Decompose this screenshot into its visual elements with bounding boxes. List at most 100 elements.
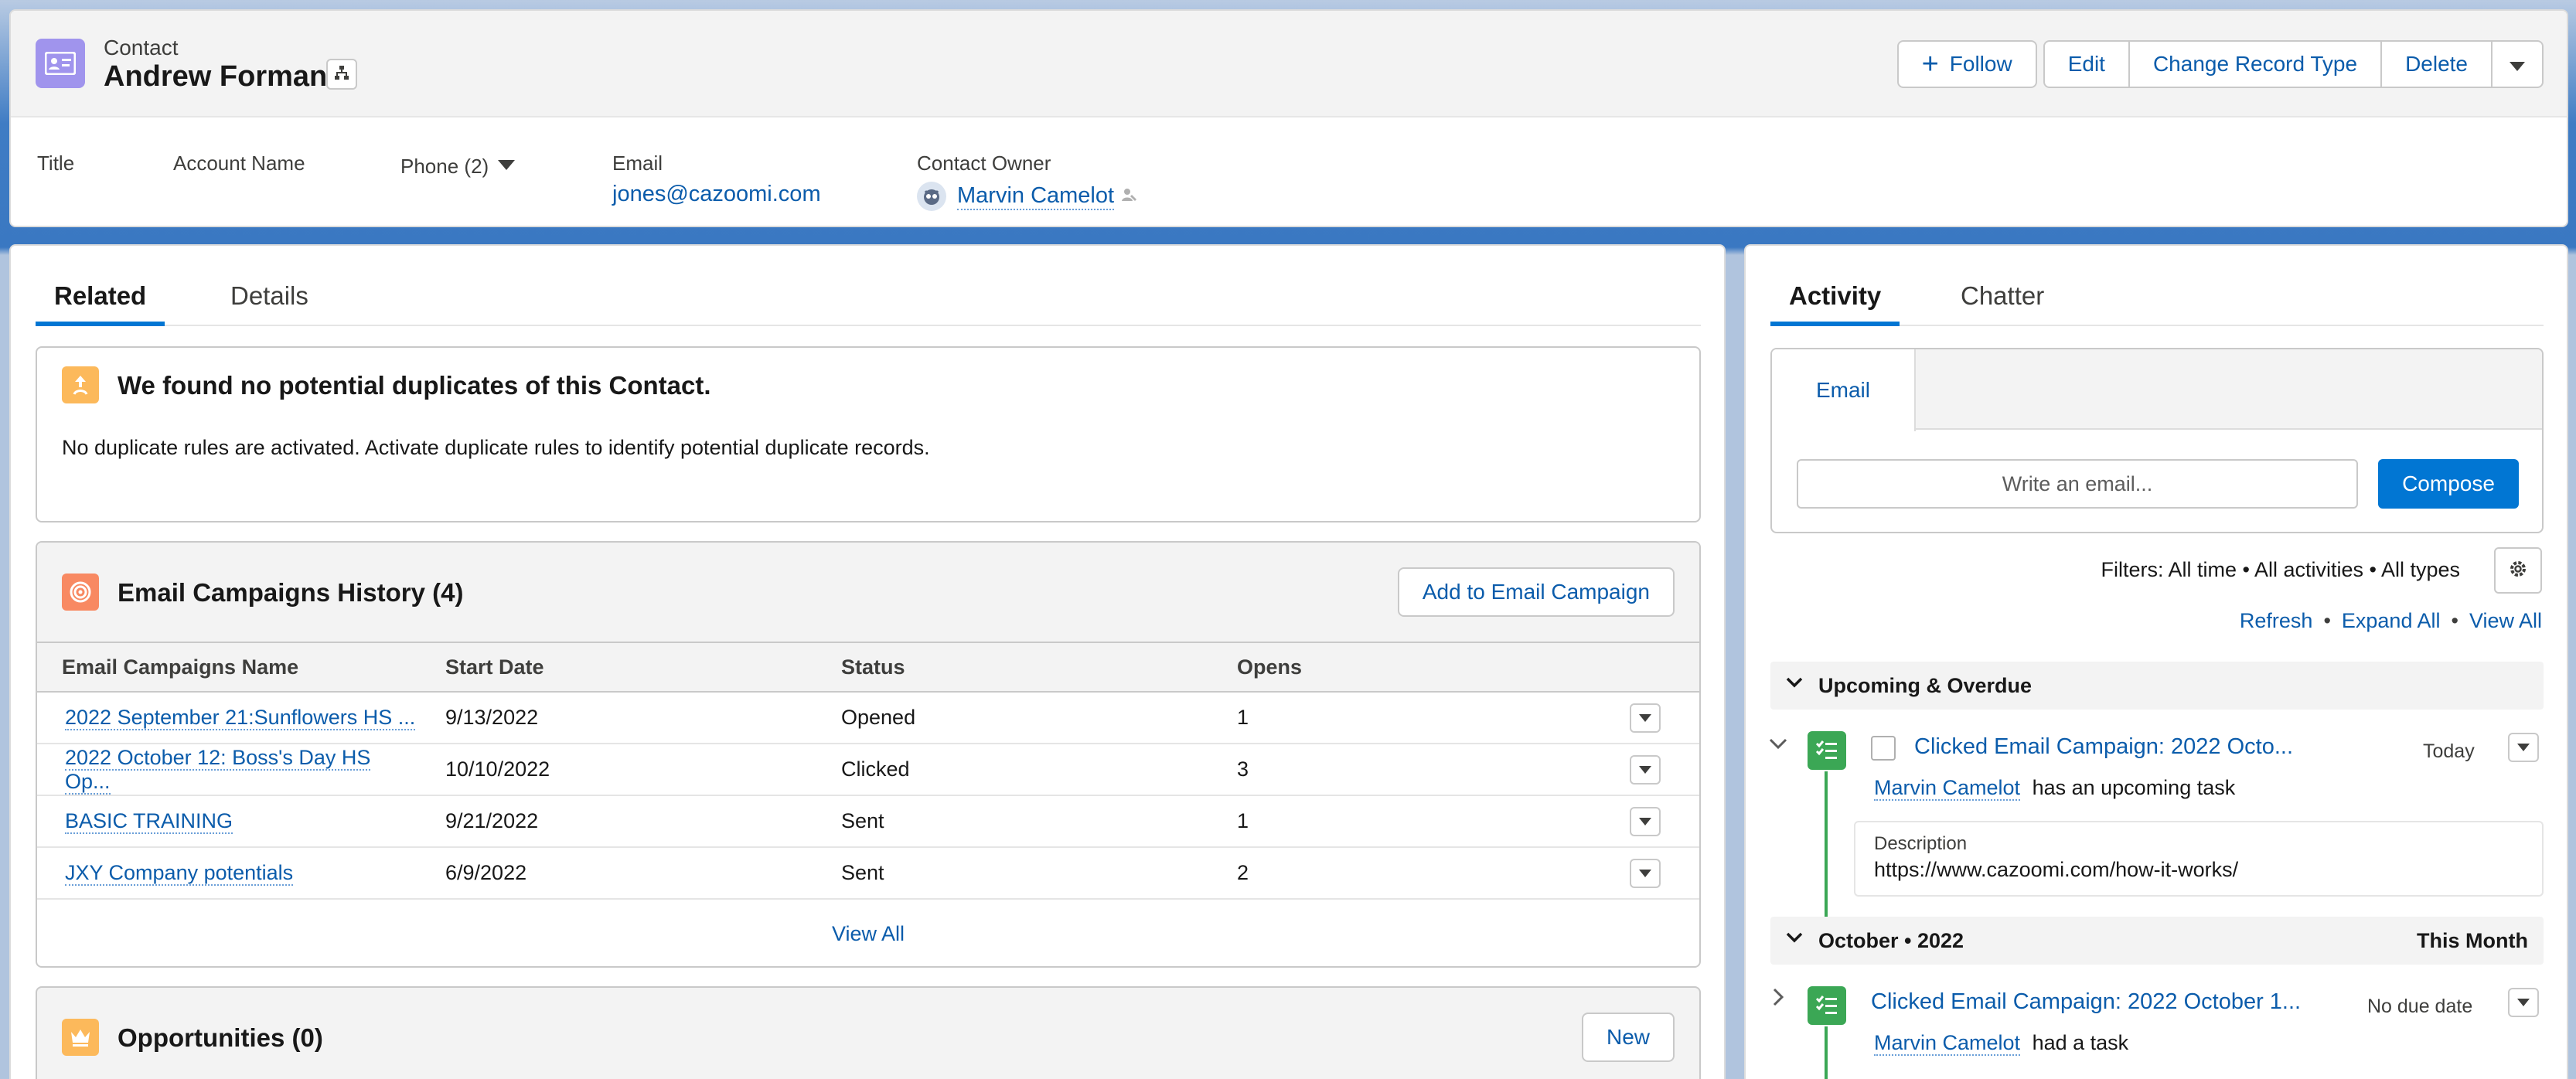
- expand-all-link[interactable]: Expand All: [2342, 609, 2441, 633]
- new-opportunity-button[interactable]: New: [1581, 1013, 1675, 1062]
- chevron-down-icon[interactable]: [1769, 737, 1787, 754]
- row-actions-button[interactable]: [1630, 806, 1661, 836]
- chevron-down-icon: [2510, 52, 2525, 77]
- opens-cell: 1: [1212, 692, 1630, 744]
- phone-field[interactable]: Phone (2): [400, 155, 516, 179]
- campaign-link[interactable]: 2022 October 12: Boss's Day HS Op...: [65, 745, 371, 795]
- table-row: 2022 October 12: Boss's Day HS Op... 10/…: [37, 744, 1699, 796]
- view-all-link[interactable]: View All: [2469, 609, 2542, 633]
- task-actions-button[interactable]: [2508, 988, 2539, 1017]
- tab-related[interactable]: Related: [36, 281, 165, 326]
- tab-details[interactable]: Details: [212, 281, 327, 326]
- column-header: Opens: [1212, 642, 1630, 693]
- month-section-header[interactable]: October • 2022 This Month: [1770, 917, 2544, 965]
- row-actions-button[interactable]: [1630, 858, 1661, 888]
- record-name: Andrew Forman: [104, 60, 328, 93]
- opens-cell: 2: [1212, 847, 1630, 900]
- hierarchy-button[interactable]: [326, 59, 357, 90]
- table-row: BASIC TRAINING 9/21/2022 Sent 1: [37, 795, 1699, 848]
- task-subtitle-suffix: has an upcoming task: [2032, 776, 2236, 799]
- task-subtitle-suffix: had a task: [2032, 1031, 2129, 1054]
- column-header: Email Campaigns Name: [37, 642, 421, 693]
- task-title-link[interactable]: Clicked Email Campaign: 2022 October 1..…: [1871, 989, 2301, 1015]
- highlights-fields: Title Account Name Phone (2) Email jones…: [11, 142, 2567, 220]
- write-email-input[interactable]: Write an email...: [1797, 459, 2358, 509]
- view-all-link[interactable]: View All: [832, 922, 905, 945]
- owner-link[interactable]: Marvin Camelot: [957, 183, 1115, 210]
- owner-link[interactable]: Marvin Camelot: [1874, 1031, 2021, 1056]
- task-description-box: Description https://www.cazoomi.com/how-…: [1854, 821, 2544, 897]
- upcoming-section-header[interactable]: Upcoming & Overdue: [1770, 662, 2544, 710]
- duplicate-warning-icon: [62, 366, 99, 403]
- separator: •: [2451, 609, 2458, 632]
- table-row: JXY Company potentials 6/9/2022 Sent 2: [37, 847, 1699, 900]
- related-panel: Related Details We found no potential du…: [9, 244, 1726, 1079]
- timeline-links: Refresh • Expand All • View All: [2240, 609, 2542, 633]
- timeline-settings-button[interactable]: [2494, 547, 2542, 594]
- email-campaigns-table: Email Campaigns Name Start Date Status O…: [37, 642, 1699, 900]
- tab-activity[interactable]: Activity: [1770, 281, 1900, 326]
- chevron-down-icon: [498, 159, 516, 174]
- more-actions-button[interactable]: [2491, 40, 2544, 88]
- view-all-container: View All: [37, 922, 1699, 946]
- change-record-type-button[interactable]: Change Record Type: [2128, 40, 2383, 88]
- email-link[interactable]: jones@cazoomi.com: [612, 182, 821, 207]
- task-icon: [1808, 731, 1846, 770]
- compose-button[interactable]: Compose: [2378, 459, 2519, 509]
- title-field: Title: [37, 151, 74, 175]
- status-cell: Sent: [816, 847, 1212, 900]
- email-label: Email: [612, 151, 663, 175]
- duplicates-card: We found no potential duplicates of this…: [36, 346, 1701, 522]
- duplicates-message: No duplicate rules are activated. Activa…: [62, 436, 930, 459]
- column-header: Start Date: [421, 642, 816, 693]
- description-label: Description: [1874, 833, 1968, 854]
- opportunities-title: Opportunities (0): [118, 1023, 323, 1052]
- change-owner-icon[interactable]: [1120, 186, 1139, 208]
- add-to-email-campaign-button[interactable]: Add to Email Campaign: [1397, 567, 1675, 617]
- separator: •: [2323, 609, 2331, 632]
- opportunities-card: Opportunities (0) New: [36, 986, 1701, 1079]
- owner-link[interactable]: Marvin Camelot: [1874, 776, 2021, 801]
- owner-field: Contact Owner Marvin Camelot: [917, 151, 1139, 211]
- upcoming-label: Upcoming & Overdue: [1818, 674, 2033, 697]
- month-label: October • 2022: [1818, 929, 1964, 952]
- status-cell: Opened: [816, 692, 1212, 744]
- row-actions-button[interactable]: [1630, 703, 1661, 733]
- table-header-row: Email Campaigns Name Start Date Status O…: [37, 642, 1699, 693]
- filters-text[interactable]: Filters: All time • All activities • All…: [2101, 558, 2460, 582]
- tab-chatter[interactable]: Chatter: [1942, 281, 2063, 326]
- opens-cell: 1: [1212, 795, 1630, 848]
- email-campaigns-title: Email Campaigns History (4): [118, 578, 464, 607]
- edit-button[interactable]: Edit: [2043, 40, 2130, 88]
- phone-label: Phone (2): [400, 155, 489, 178]
- chevron-right-icon[interactable]: [1772, 988, 1784, 1010]
- email-field: Email jones@cazoomi.com: [612, 151, 821, 207]
- delete-button[interactable]: Delete: [2380, 40, 2493, 88]
- status-cell: Clicked: [816, 744, 1212, 796]
- header-highlights-bar: Contact Andrew Forman + Follow Edit Chan…: [11, 11, 2567, 117]
- row-actions-button[interactable]: [1630, 754, 1661, 785]
- gear-icon: [2508, 559, 2528, 583]
- task-checkbox[interactable]: [1871, 736, 1896, 761]
- status-cell: Sent: [816, 795, 1212, 848]
- task-actions-button[interactable]: [2508, 733, 2539, 762]
- campaign-link[interactable]: BASIC TRAINING: [65, 809, 233, 834]
- task-subtitle: Marvin Camelot has an upcoming task: [1874, 776, 2236, 801]
- chevron-down-icon: [1786, 677, 1803, 692]
- campaign-target-icon: [62, 574, 99, 611]
- tab-email[interactable]: Email: [1772, 349, 1916, 431]
- task-title-link[interactable]: Clicked Email Campaign: 2022 Octo...: [1914, 734, 2293, 760]
- refresh-link[interactable]: Refresh: [2240, 609, 2313, 633]
- column-header: Status: [816, 642, 1212, 693]
- campaign-link[interactable]: 2022 September 21:Sunflowers HS ...: [65, 706, 416, 730]
- start-date-cell: 9/21/2022: [421, 795, 816, 848]
- tab-email-label: Email: [1815, 378, 1870, 402]
- start-date-cell: 6/9/2022: [421, 847, 816, 900]
- account-name-label: Account Name: [173, 151, 305, 175]
- task-icon: [1808, 986, 1846, 1025]
- follow-button[interactable]: + Follow: [1896, 40, 2037, 88]
- crown-icon: [62, 1019, 99, 1056]
- contact-icon: [36, 39, 85, 88]
- hierarchy-icon: [333, 64, 350, 85]
- campaign-link[interactable]: JXY Company potentials: [65, 861, 294, 886]
